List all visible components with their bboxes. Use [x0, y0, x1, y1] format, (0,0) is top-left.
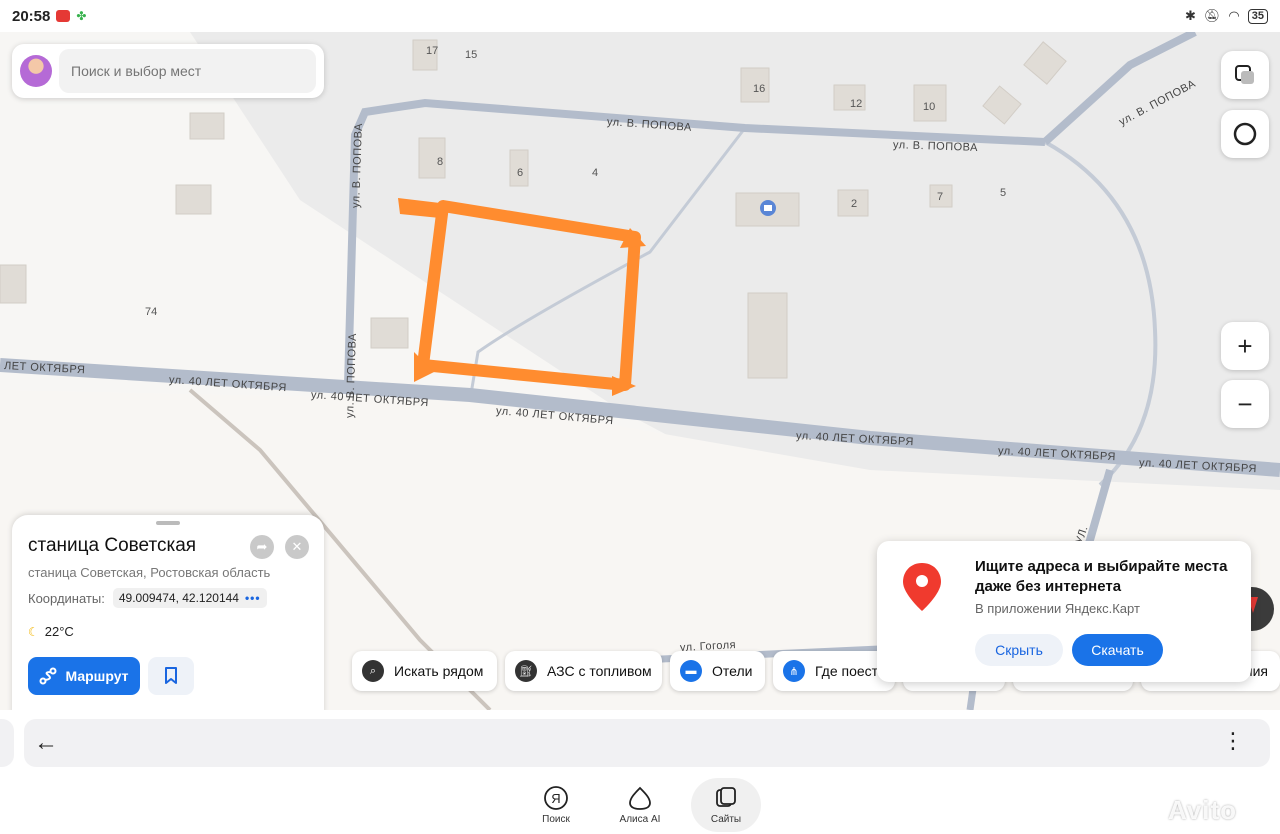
- card-actions: Маршрут: [28, 657, 308, 695]
- yandex-icon: Я: [544, 786, 568, 810]
- house-number: 8: [437, 156, 444, 168]
- hide-button[interactable]: Скрыть: [975, 634, 1063, 666]
- back-arrow-icon[interactable]: ←: [34, 731, 58, 755]
- layers-icon: [1235, 65, 1254, 84]
- status-right-icons: ✱ 🔕︎ ◠ 35: [1185, 8, 1268, 24]
- house-number: 4: [592, 167, 599, 179]
- place-card: ➦ ✕ станица Советская станица Советская,…: [12, 515, 324, 715]
- avatar[interactable]: [20, 55, 52, 87]
- house-number: 7: [937, 191, 944, 203]
- zoom-out-button[interactable]: −: [1221, 380, 1269, 428]
- share-button[interactable]: ➦: [250, 535, 274, 559]
- browser-toolbar: ← ⋮: [0, 710, 1280, 776]
- notification-app-icon: [56, 10, 71, 22]
- chip-label: Отели: [712, 663, 753, 679]
- nav-label: Алиса AI: [619, 814, 661, 825]
- share-icon: ➦: [256, 539, 268, 554]
- house-number: 17: [426, 45, 439, 57]
- battery-icon: 35: [1247, 8, 1268, 24]
- route-icon: [39, 667, 57, 685]
- nav-sites[interactable]: Сайты: [691, 778, 761, 832]
- house-number: 2: [851, 198, 858, 210]
- house-number: 15: [465, 49, 478, 61]
- tab-stub[interactable]: [0, 719, 14, 767]
- avito-watermark: Avito: [1168, 795, 1238, 825]
- layers-button[interactable]: [1221, 51, 1269, 99]
- bottom-navigation: Я Поиск Алиса AI Сайты Avito: [0, 776, 1280, 834]
- more-menu-icon[interactable]: ⋮: [1222, 730, 1244, 752]
- chip-label: АЗС с топливом: [547, 663, 652, 679]
- search-input[interactable]: [59, 49, 316, 93]
- svg-text:Я: Я: [551, 791, 560, 806]
- alice-ai-icon: [629, 786, 651, 810]
- nav-label: Сайты: [710, 814, 742, 825]
- place-subtitle: станица Советская, Ростовская область: [28, 565, 271, 580]
- moon-icon: ☾: [28, 624, 39, 639]
- house-number: 5: [1000, 187, 1007, 199]
- wifi-icon: ◠: [1228, 8, 1240, 23]
- house-number: 12: [850, 98, 863, 110]
- nav-label: Поиск: [542, 814, 570, 825]
- close-button[interactable]: ✕: [285, 535, 309, 559]
- coordinates-value: 49.009474, 42.120144: [118, 591, 239, 605]
- chip-label: Где поест: [815, 663, 879, 679]
- address-bar[interactable]: [24, 719, 1270, 767]
- alice-icon: [1233, 122, 1257, 146]
- alice-button[interactable]: [1221, 110, 1269, 158]
- house-number: 16: [753, 83, 766, 95]
- house-number: 10: [923, 101, 936, 113]
- status-bar: 20:58 ✤ ✱ 🔕︎ ◠ 35: [0, 0, 1280, 32]
- nav-search[interactable]: Я Поиск: [521, 778, 591, 832]
- chip-label: Искать рядом: [394, 663, 484, 679]
- promo-title: Ищите адреса и выбирайте места даже без …: [975, 558, 1228, 595]
- tabs-icon: [716, 787, 736, 807]
- chip-gas-stations[interactable]: ⛽︎ АЗС с топливом: [505, 651, 662, 691]
- fork-knife-icon: ⋔: [783, 660, 805, 682]
- download-button[interactable]: Скачать: [1072, 634, 1163, 666]
- chip-hotels[interactable]: ▬ Отели: [670, 651, 765, 691]
- weather: ☾ 22°C: [28, 624, 308, 639]
- clover-app-icon: ✤: [76, 9, 87, 23]
- promo-actions: Скрыть Скачать: [975, 634, 1163, 666]
- mute-icon: 🔕︎: [1203, 8, 1221, 23]
- chip-search-nearby[interactable]: ⌕ Искать рядом: [352, 651, 497, 691]
- bookmark-icon: [165, 667, 177, 684]
- house-number: 74: [145, 306, 158, 318]
- bookmark-button[interactable]: [148, 657, 194, 695]
- bed-icon: ▬: [680, 660, 702, 682]
- status-time: 20:58: [12, 7, 51, 25]
- promo-subtitle: В приложении Яндекс.Карт: [975, 601, 1140, 616]
- bluetooth-icon: ✱: [1184, 8, 1196, 23]
- nav-alice[interactable]: Алиса AI: [605, 778, 675, 832]
- offline-promo-banner: Ищите адреса и выбирайте места даже без …: [877, 541, 1251, 682]
- coordinates-row: Координаты: 49.009474, 42.120144 •••: [28, 588, 308, 608]
- zoom-in-button[interactable]: +: [1221, 322, 1269, 370]
- close-icon: ✕: [291, 539, 303, 554]
- house-number: 6: [517, 167, 524, 179]
- temperature: 22°C: [44, 624, 74, 639]
- route-label: Маршрут: [65, 668, 129, 684]
- coordinates-more-icon[interactable]: •••: [245, 591, 261, 605]
- map-pin-icon: [903, 563, 941, 611]
- search-card: [12, 44, 324, 98]
- route-button[interactable]: Маршрут: [28, 657, 140, 695]
- search-icon: ⌕: [362, 660, 384, 682]
- coordinates-value-box[interactable]: 49.009474, 42.120144 •••: [112, 588, 267, 608]
- coordinates-label: Координаты:: [28, 590, 105, 606]
- fuel-icon: ⛽︎: [515, 660, 537, 682]
- drag-handle[interactable]: [156, 521, 180, 525]
